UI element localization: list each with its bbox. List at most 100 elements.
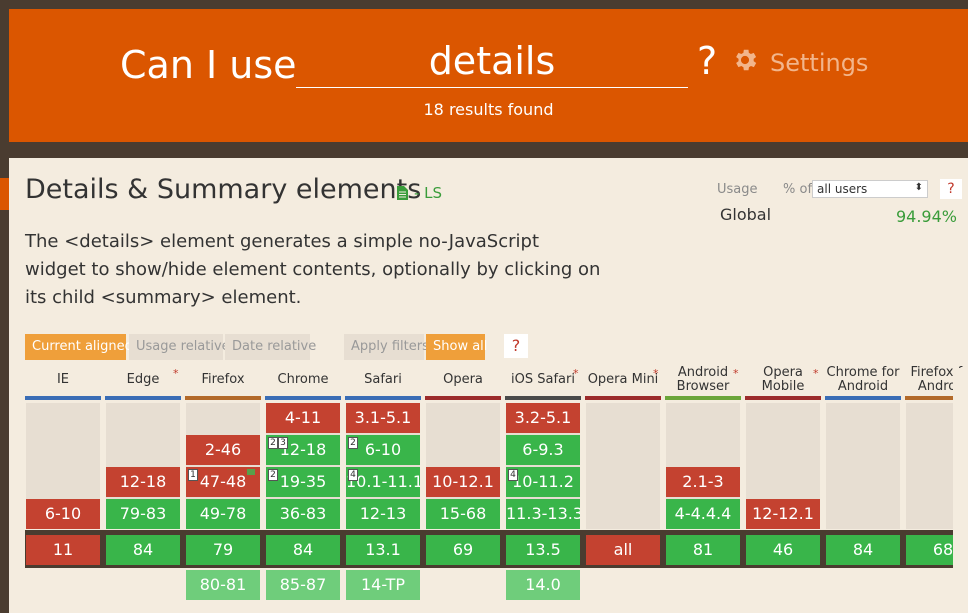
version-cell[interactable]: 13.1: [346, 535, 420, 565]
version-cell[interactable]: 11.3-13.3: [506, 499, 580, 529]
browser-name[interactable]: Edge: [105, 373, 181, 387]
feature-description: The <details> element generates a simple…: [25, 231, 601, 308]
version-cell[interactable]: 84: [826, 535, 900, 565]
current-aligned-button[interactable]: Current aligned: [25, 334, 133, 360]
version-cell[interactable]: 36-83: [266, 499, 340, 529]
version-cell[interactable]: 47-48 1: [186, 467, 260, 497]
browser-column: [586, 403, 660, 529]
spec-status[interactable]: - LS: [414, 184, 442, 202]
browser-note-star: *: [173, 367, 179, 380]
version-range: 12-12.1: [752, 504, 814, 523]
version-range: 4-4.4.4: [674, 504, 732, 523]
footnote-marker[interactable]: 4: [348, 469, 358, 481]
version-cell[interactable]: 79-83: [106, 499, 180, 529]
browser-color-bar: [265, 396, 341, 400]
version-cell[interactable]: 10.1-11.1 4: [346, 467, 420, 497]
version-cell[interactable]: 81: [666, 535, 740, 565]
browser-color-bar: [505, 396, 581, 400]
version-cell[interactable]: 10-11.2 4: [506, 467, 580, 497]
gear-icon[interactable]: [731, 46, 759, 74]
search-help-link[interactable]: ?: [697, 39, 717, 83]
version-range: 11.3-13.3: [506, 504, 580, 523]
footnote-marker[interactable]: 3: [278, 437, 288, 449]
version-range: 84: [852, 540, 874, 559]
browser-name[interactable]: Android Browser: [665, 366, 741, 394]
footnote-marker[interactable]: 4: [508, 469, 518, 481]
version-cell[interactable]: 6-9.3: [506, 435, 580, 465]
browser-name[interactable]: Opera Mobile: [745, 366, 821, 394]
version-cell[interactable]: 19-35 2: [266, 467, 340, 497]
version-range: 3.1-5.1: [354, 408, 412, 427]
version-range: 85-87: [279, 575, 327, 594]
footnote-marker[interactable]: 2: [268, 437, 278, 449]
version-cell[interactable]: 2-46: [186, 435, 260, 465]
version-cell[interactable]: 3.1-5.1: [346, 403, 420, 433]
version-range: all: [613, 540, 633, 559]
version-cell[interactable]: all: [586, 535, 660, 565]
version-cell[interactable]: 12-18: [106, 467, 180, 497]
usage-help-button[interactable]: ?: [940, 179, 962, 199]
browser-color-bar: [665, 396, 741, 400]
browser-name[interactable]: Firefox: [185, 373, 261, 387]
version-cell[interactable]: 4-11: [266, 403, 340, 433]
version-cell[interactable]: 4-4.4.4: [666, 499, 740, 529]
version-range: 13.1: [365, 540, 401, 559]
browser-name[interactable]: Chrome: [265, 373, 341, 387]
version-cell[interactable]: 69: [426, 535, 500, 565]
version-cell[interactable]: 84: [266, 535, 340, 565]
version-cell[interactable]: 10-12.1: [426, 467, 500, 497]
show-all-button[interactable]: Show all: [426, 334, 487, 360]
version-range: 4-11: [284, 408, 322, 427]
version-range: 69: [452, 540, 474, 559]
version-range: 81: [692, 540, 714, 559]
footnote-marker[interactable]: 2: [268, 469, 278, 481]
usage-relative-button[interactable]: Usage relative: [129, 334, 230, 360]
version-cell[interactable]: 14-TP: [346, 570, 420, 600]
footnote-marker[interactable]: 2: [348, 437, 358, 449]
version-range: 10-11.2: [512, 472, 574, 491]
version-range: 12-13: [359, 504, 407, 523]
version-cell[interactable]: 49-78: [186, 499, 260, 529]
browser-name[interactable]: Opera: [425, 373, 501, 387]
version-cell[interactable]: 80-81: [186, 570, 260, 600]
version-cell[interactable]: 79: [186, 535, 260, 565]
browser-note-star: *: [813, 367, 819, 380]
browser-color-bar: [585, 396, 661, 400]
version-range: 12-18: [119, 472, 167, 491]
version-cell[interactable]: 14.0: [506, 570, 580, 600]
version-range: 19-35: [279, 472, 327, 491]
browser-name[interactable]: Safari: [345, 373, 421, 387]
browser-name[interactable]: IE: [25, 373, 101, 387]
version-cell[interactable]: 13.5: [506, 535, 580, 565]
version-cell[interactable]: 15-68: [426, 499, 500, 529]
version-range: 80-81: [199, 575, 247, 594]
version-cell[interactable]: 6-10: [26, 499, 100, 529]
date-relative-button[interactable]: Date relative: [225, 334, 316, 360]
apply-filters-button[interactable]: Apply filters: [344, 334, 429, 360]
browser-name[interactable]: Chrome for Android: [825, 366, 901, 394]
settings-link[interactable]: Settings: [770, 49, 868, 77]
version-cell[interactable]: 85-87: [266, 570, 340, 600]
global-usage-value: 94.94%: [895, 207, 957, 226]
side-tab[interactable]: [0, 178, 9, 210]
version-cell[interactable]: 46: [746, 535, 820, 565]
feature-title[interactable]: Details & Summary elements: [25, 174, 421, 205]
filters-help-button[interactable]: ?: [504, 334, 528, 358]
version-cell[interactable]: 12-12.1: [746, 499, 820, 529]
site-title: Can I use: [120, 43, 297, 87]
version-cell[interactable]: 84: [106, 535, 180, 565]
version-cell[interactable]: 12-13: [346, 499, 420, 529]
version-cell[interactable]: 3.2-5.1: [506, 403, 580, 433]
version-cell[interactable]: 12-18 2 3: [266, 435, 340, 465]
user-type-select[interactable]: all users ⬍: [812, 180, 928, 198]
browser-name[interactable]: iOS Safari: [505, 373, 581, 387]
version-cell[interactable]: 2.1-3: [666, 467, 740, 497]
browser-color-bar: [825, 396, 901, 400]
footnote-marker[interactable]: 1: [188, 469, 198, 481]
version-range: 11: [52, 540, 74, 559]
browser-name[interactable]: Opera Mini: [585, 373, 661, 387]
version-cell[interactable]: 11: [26, 535, 100, 565]
search-input[interactable]: details: [296, 39, 688, 88]
browser-note-star: *: [573, 367, 579, 380]
version-cell[interactable]: 6-10 2: [346, 435, 420, 465]
